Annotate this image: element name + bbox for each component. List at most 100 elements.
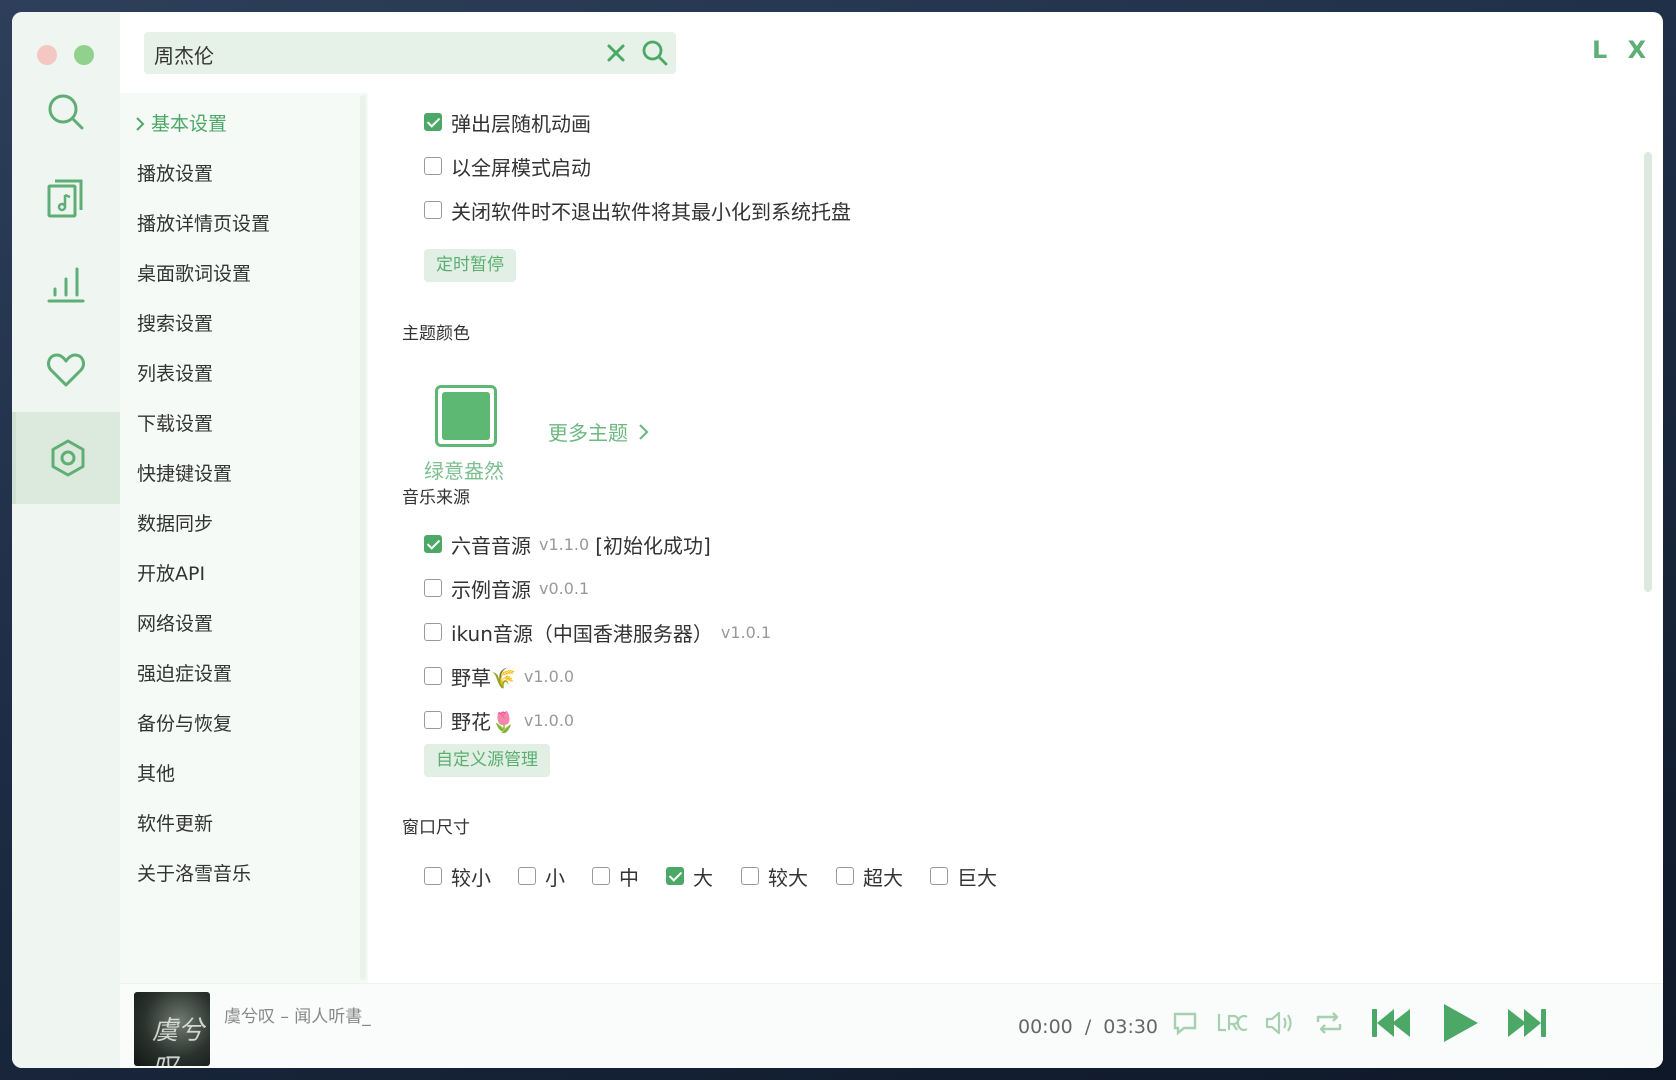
checkbox[interactable]: [424, 623, 442, 641]
size-label: 小: [545, 865, 565, 890]
source-name: 野草🌾: [451, 665, 516, 690]
nav-item-about[interactable]: 关于洛雪音乐: [137, 859, 251, 889]
nav-item-list[interactable]: 列表设置: [137, 359, 213, 389]
more-themes-label: 更多主题: [548, 421, 628, 445]
nav-item-ocd[interactable]: 强迫症设置: [137, 659, 232, 689]
nav-item-sync[interactable]: 数据同步: [137, 509, 213, 539]
source-name: ikun音源（中国香港服务器）: [451, 621, 713, 646]
nav-item-other[interactable]: 其他: [137, 759, 175, 789]
checkbox[interactable]: [592, 867, 610, 885]
source-item[interactable]: 野花🌷 v1.0.0: [424, 705, 574, 735]
size-option[interactable]: 中: [592, 861, 639, 891]
size-label: 大: [693, 865, 713, 890]
repeat-button[interactable]: [1314, 1008, 1344, 1038]
checkbox[interactable]: [424, 579, 442, 597]
size-option[interactable]: 超大: [836, 861, 903, 891]
nav-item-search[interactable]: 搜索设置: [137, 309, 213, 339]
checkbox[interactable]: [930, 867, 948, 885]
source-item[interactable]: 示例音源 v0.0.1: [424, 573, 589, 603]
option-random-animation[interactable]: 弹出层随机动画: [424, 107, 591, 137]
next-button[interactable]: [1506, 1006, 1548, 1040]
option-minimize-to-tray[interactable]: 关闭软件时不退出软件将其最小化到系统托盘: [424, 195, 851, 225]
source-version: v1.0.0: [523, 710, 575, 730]
volume-icon: [1265, 1011, 1292, 1035]
source-name: 示例音源: [451, 577, 531, 602]
nav-item-play-detail[interactable]: 播放详情页设置: [137, 209, 270, 239]
rail-song-list[interactable]: [12, 152, 120, 244]
content-scrollbar[interactable]: [1644, 152, 1652, 592]
option-fullscreen-start[interactable]: 以全屏模式启动: [424, 151, 591, 181]
time-separator: /: [1084, 1016, 1092, 1038]
rail-search[interactable]: [12, 66, 120, 158]
search-icon[interactable]: [640, 38, 670, 68]
size-label: 较小: [451, 865, 491, 890]
app-window: 周杰伦 L X 基本设置 播放设置 播放详情页设置 桌面歌词设置 搜索设置 列表…: [12, 12, 1663, 1068]
rail-favorites[interactable]: [12, 324, 120, 416]
checkbox[interactable]: [424, 113, 442, 131]
checkbox[interactable]: [424, 157, 442, 175]
nav-item-update[interactable]: 软件更新: [137, 809, 213, 839]
time-display: 00:00 / 03:30: [1018, 1016, 1158, 1038]
clear-icon[interactable]: [604, 41, 628, 65]
source-item[interactable]: ikun音源（中国香港服务器） v1.0.1: [424, 617, 771, 647]
prev-button[interactable]: [1370, 1006, 1412, 1040]
size-label: 较大: [768, 865, 808, 890]
checkbox[interactable]: [424, 711, 442, 729]
nav-item-basic[interactable]: 基本设置: [136, 109, 227, 139]
lyric-button[interactable]: [1216, 1008, 1248, 1038]
checkbox[interactable]: [424, 201, 442, 219]
source-version: v0.0.1: [539, 578, 590, 598]
source-item[interactable]: 野草🌾 v1.0.0: [424, 661, 574, 691]
comment-button[interactable]: [1170, 1008, 1200, 1038]
album-cover[interactable]: 虞兮叹: [134, 992, 210, 1066]
chevron-right-icon: [136, 117, 145, 131]
search-bar[interactable]: 周杰伦: [144, 32, 676, 74]
volume-button[interactable]: [1264, 1008, 1296, 1038]
option-label: 以全屏模式启动: [451, 155, 591, 180]
checkbox[interactable]: [518, 867, 536, 885]
more-themes-link[interactable]: 更多主题: [548, 417, 652, 446]
sources-section-title: 音乐来源: [402, 488, 470, 508]
custom-source-button[interactable]: 自定义源管理: [424, 744, 550, 777]
icon-rail: [12, 12, 120, 1068]
size-option[interactable]: 大: [666, 861, 713, 891]
checkbox[interactable]: [424, 667, 442, 685]
checkbox[interactable]: [836, 867, 854, 885]
size-option[interactable]: 较小: [424, 861, 491, 891]
skip-forward-icon: [1508, 1009, 1546, 1037]
size-option[interactable]: 较大: [741, 861, 808, 891]
window-close-button[interactable]: [37, 45, 57, 65]
source-version: v1.0.0: [523, 666, 575, 686]
rail-settings[interactable]: [12, 412, 120, 504]
nav-item-play[interactable]: 播放设置: [137, 159, 213, 189]
track-title[interactable]: 虞兮叹 – 闻人听書_: [224, 1002, 371, 1027]
size-label: 巨大: [957, 865, 997, 890]
rail-leaderboard[interactable]: [12, 238, 120, 330]
chevron-right-icon: [639, 423, 649, 440]
checkbox[interactable]: [424, 867, 442, 885]
checkbox[interactable]: [666, 867, 684, 885]
source-version: v1.0.1: [720, 622, 772, 642]
nav-item-network[interactable]: 网络设置: [137, 609, 213, 639]
nav-scrollbar[interactable]: [360, 95, 366, 980]
play-button[interactable]: [1440, 1002, 1480, 1044]
window-maximize-button[interactable]: [74, 45, 94, 65]
nav-item-backup[interactable]: 备份与恢复: [137, 709, 232, 739]
size-option[interactable]: 小: [518, 861, 565, 891]
settings-content: 弹出层随机动画 以全屏模式启动 关闭软件时不退出软件将其最小化到系统托盘 定时暂…: [368, 93, 1643, 983]
size-option[interactable]: 巨大: [930, 861, 997, 891]
option-label: 关闭软件时不退出软件将其最小化到系统托盘: [451, 199, 851, 224]
nav-item-download[interactable]: 下载设置: [137, 409, 213, 439]
search-icon: [48, 94, 84, 130]
search-input[interactable]: 周杰伦: [154, 40, 214, 69]
source-item[interactable]: 六音音源 v1.1.0 [初始化成功]: [424, 529, 711, 559]
checkbox[interactable]: [424, 535, 442, 553]
nav-item-open-api[interactable]: 开放API: [137, 559, 205, 589]
cover-title: 虞兮叹: [152, 1016, 205, 1066]
nav-item-desktop-lyric[interactable]: 桌面歌词设置: [137, 259, 251, 289]
timer-pause-button[interactable]: 定时暂停: [424, 249, 516, 282]
checkbox[interactable]: [741, 867, 759, 885]
theme-swatch[interactable]: [435, 385, 497, 447]
window-size-section-title: 窗口尺寸: [402, 818, 470, 838]
nav-item-hotkey[interactable]: 快捷键设置: [137, 459, 232, 489]
